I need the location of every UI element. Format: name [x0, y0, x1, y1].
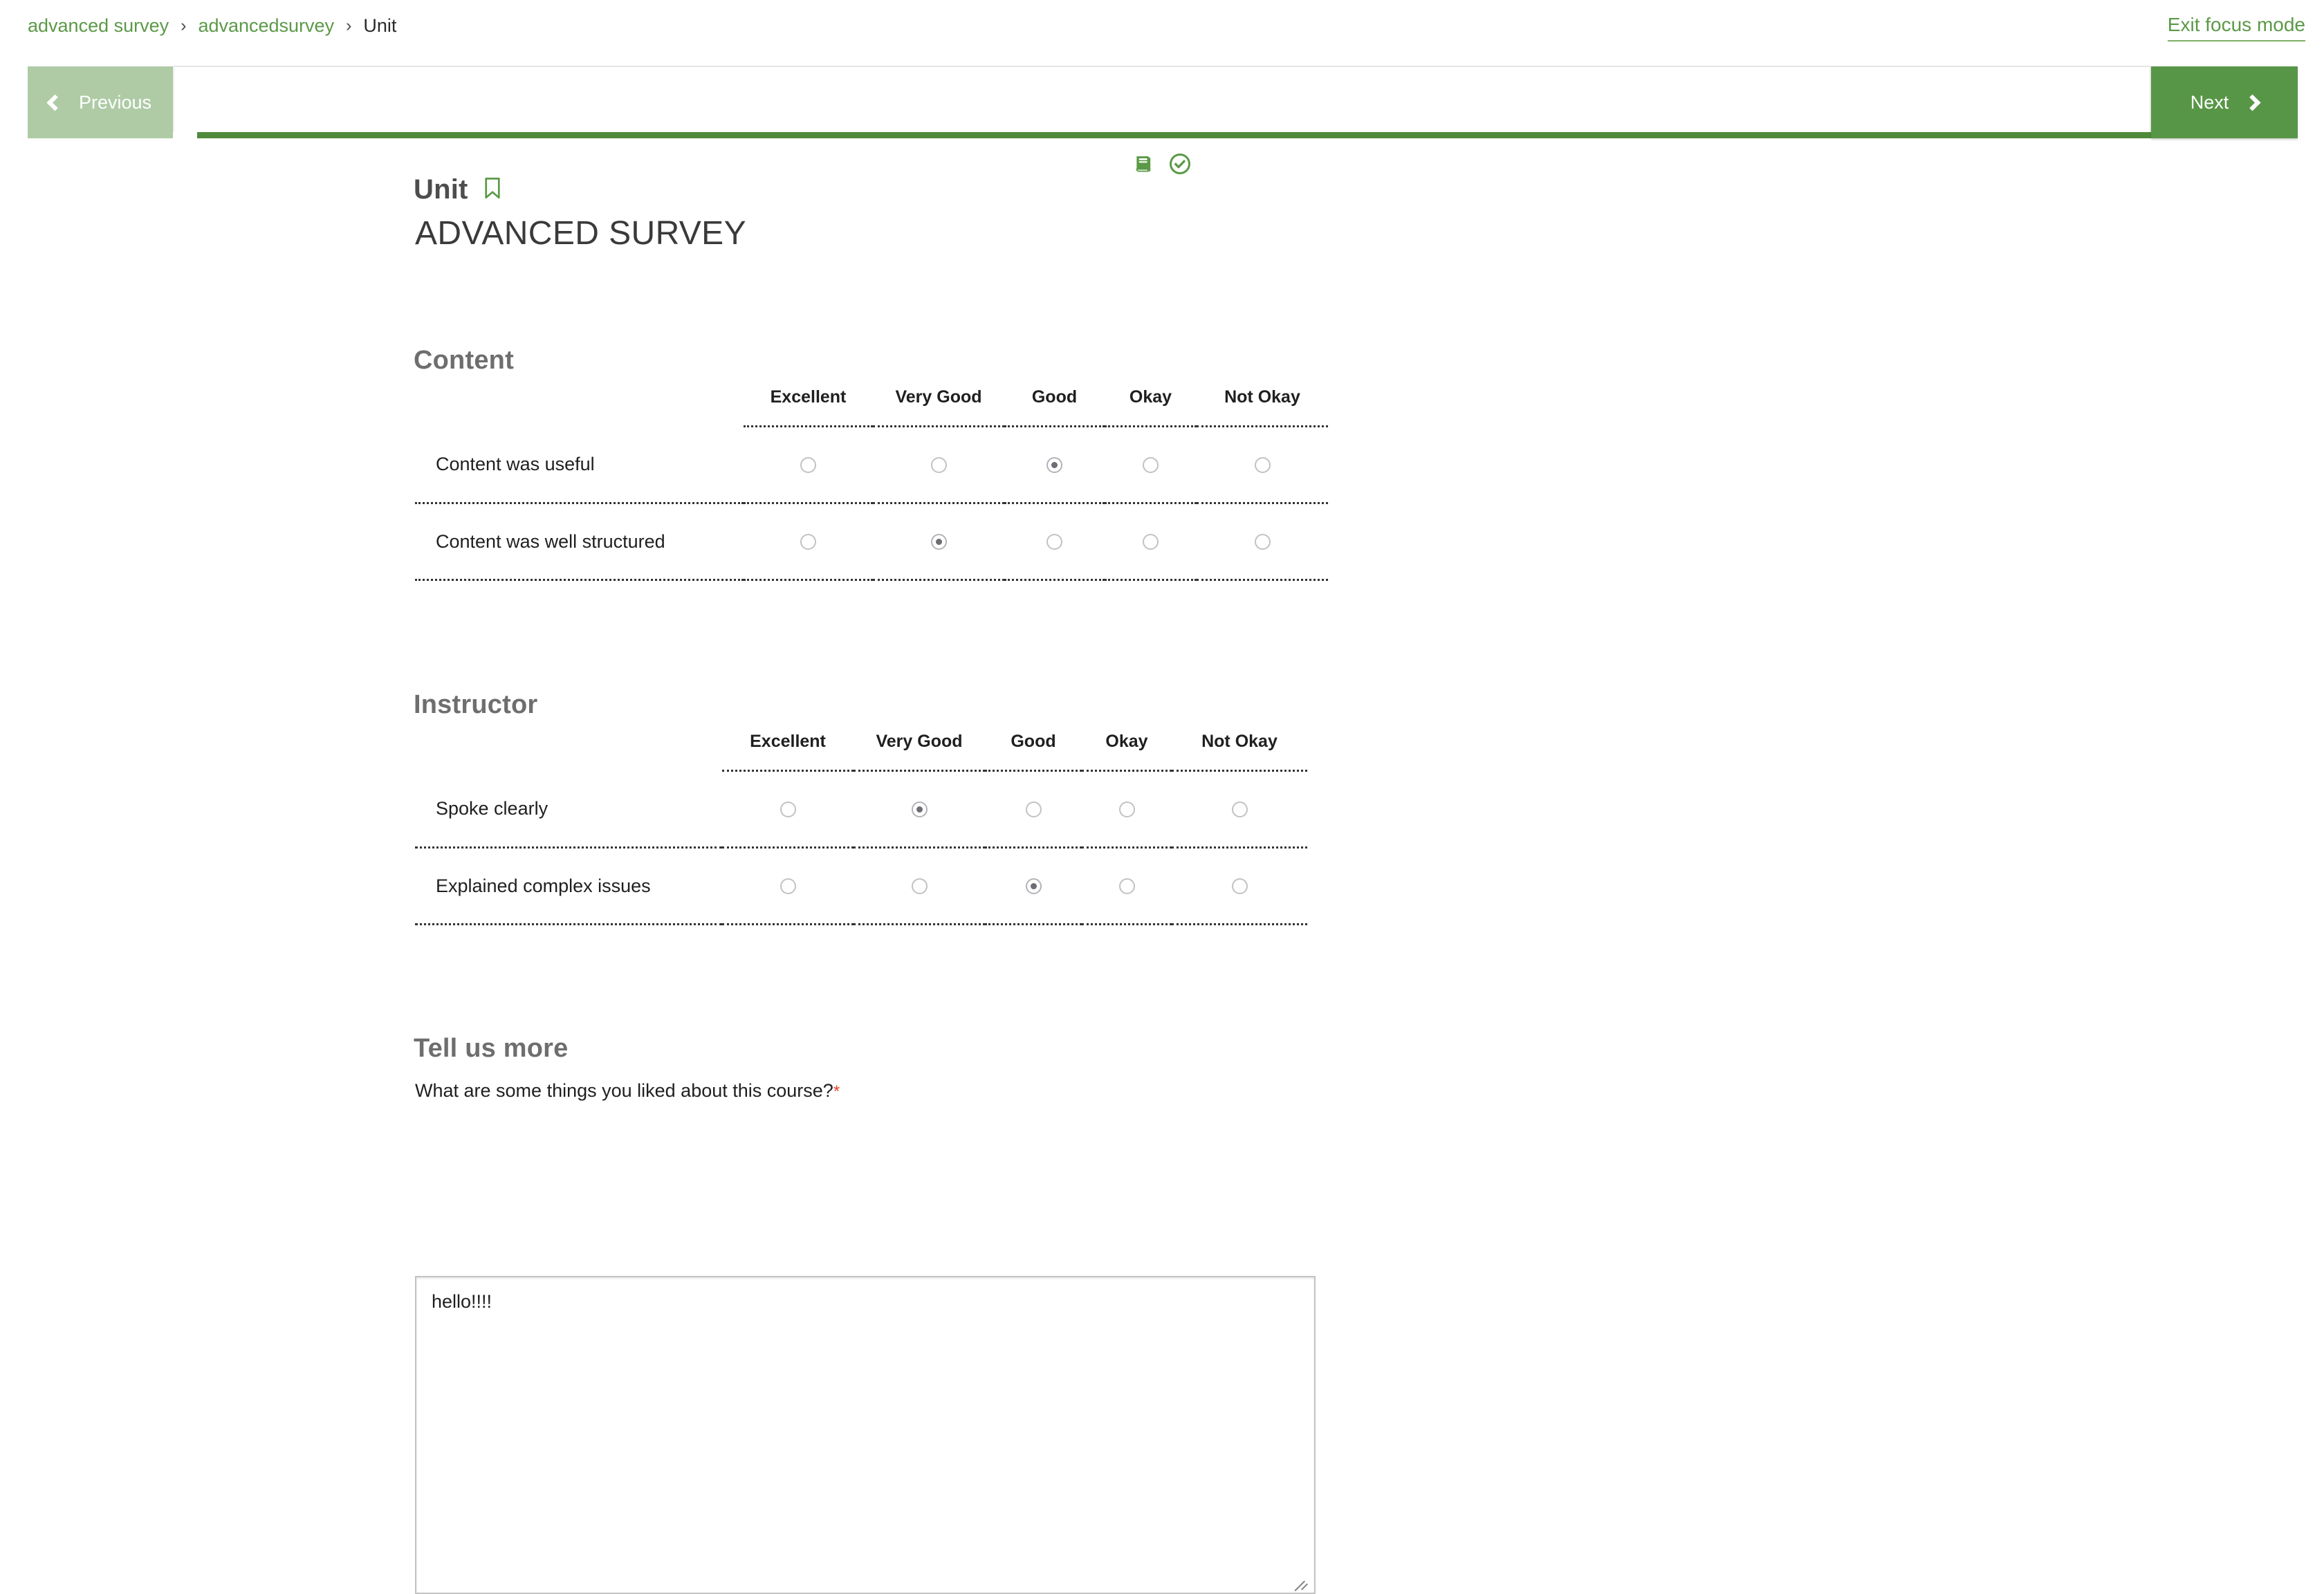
- matrix-column-1: Very Good: [873, 387, 1004, 427]
- radio-content-0-good[interactable]: [1046, 456, 1062, 473]
- section-heading-instructor: Instructor: [414, 690, 538, 719]
- table-row: Content was well structured: [415, 503, 1328, 581]
- radio-instructor-1-excellent[interactable]: [780, 878, 796, 894]
- radio-content-0-excellent[interactable]: [800, 456, 816, 473]
- radio-instructor-1-not-okay[interactable]: [1231, 878, 1248, 894]
- radio-content-1-not-okay[interactable]: [1254, 533, 1271, 550]
- table-row: Spoke clearly: [415, 770, 1307, 849]
- matrix-question-label: Explained complex issues: [415, 847, 722, 925]
- matrix-column-4: Not Okay: [1172, 732, 1307, 772]
- section-heading-tell-us-more: Tell us more: [414, 1034, 569, 1063]
- table-row: Explained complex issues: [415, 847, 1307, 925]
- matrix-column-3: Okay: [1105, 387, 1197, 427]
- unit-sequence-icons: [1132, 151, 1192, 176]
- breadcrumb-separator: ›: [181, 16, 187, 35]
- radio-content-1-excellent[interactable]: [800, 533, 816, 550]
- breadcrumb-item-current: Unit: [363, 15, 397, 36]
- matrix-table-content: Excellent Very Good Good Okay Not Okay C…: [415, 387, 1328, 581]
- radio-content-1-very-good[interactable]: [930, 533, 947, 550]
- radio-content-0-not-okay[interactable]: [1254, 456, 1271, 473]
- radio-instructor-0-good[interactable]: [1025, 801, 1042, 817]
- chevron-left-icon: [46, 93, 64, 111]
- radio-instructor-1-good[interactable]: [1025, 878, 1042, 894]
- matrix-column-4: Not Okay: [1197, 387, 1328, 427]
- matrix-column-1: Very Good: [854, 732, 985, 772]
- matrix-header-row: Excellent Very Good Good Okay Not Okay: [415, 387, 1328, 427]
- radio-instructor-1-very-good[interactable]: [911, 878, 928, 894]
- unit-navigation-bar: Previous Next: [0, 66, 2324, 174]
- next-button-label: Next: [2190, 91, 2229, 113]
- radio-content-0-very-good[interactable]: [930, 456, 947, 473]
- unit-progress-fill: [197, 132, 2151, 138]
- previous-button[interactable]: Previous: [28, 66, 173, 138]
- matrix-header-blank: [415, 387, 744, 427]
- unit-heading-row: Unit: [414, 174, 501, 205]
- table-row: Content was useful: [415, 426, 1328, 504]
- matrix-header-row: Excellent Very Good Good Okay Not Okay: [415, 732, 1307, 772]
- radio-content-1-okay[interactable]: [1143, 533, 1159, 550]
- radio-instructor-0-very-good[interactable]: [911, 801, 928, 817]
- matrix-column-2: Good: [1004, 387, 1105, 427]
- matrix-question-label: Content was useful: [415, 426, 744, 504]
- previous-button-label: Previous: [78, 91, 152, 113]
- matrix-column-0: Excellent: [722, 732, 854, 772]
- bookmark-icon[interactable]: [483, 177, 501, 203]
- matrix-column-2: Good: [985, 732, 1082, 772]
- book-icon[interactable]: [1132, 152, 1156, 176]
- chevron-right-icon: [2244, 93, 2261, 111]
- radio-instructor-0-not-okay[interactable]: [1231, 801, 1248, 817]
- section-heading-content: Content: [414, 346, 514, 375]
- required-marker: *: [833, 1082, 840, 1101]
- next-button[interactable]: Next: [2151, 66, 2298, 138]
- matrix-table-instructor: Excellent Very Good Good Okay Not Okay S…: [415, 732, 1307, 925]
- breadcrumb-bar: advanced survey › advancedsurvey › Unit …: [0, 0, 2324, 61]
- radio-instructor-1-okay[interactable]: [1118, 878, 1135, 894]
- unit-label: Unit: [414, 174, 468, 205]
- unit-title: ADVANCED SURVEY: [415, 215, 747, 252]
- free-text-question-row: What are some things you liked about thi…: [415, 1080, 840, 1102]
- free-text-question-label: What are some things you liked about thi…: [415, 1080, 833, 1101]
- breadcrumb-item-0[interactable]: advanced survey: [28, 15, 169, 37]
- radio-content-0-okay[interactable]: [1143, 456, 1159, 473]
- matrix-column-3: Okay: [1082, 732, 1172, 772]
- breadcrumb: advanced survey › advancedsurvey › Unit: [28, 15, 396, 37]
- breadcrumb-item-1[interactable]: advancedsurvey: [198, 15, 334, 37]
- free-text-answer-input[interactable]: [415, 1276, 1316, 1594]
- matrix-question-label: Spoke clearly: [415, 770, 722, 849]
- matrix-column-0: Excellent: [744, 387, 873, 427]
- exit-focus-mode-button[interactable]: Exit focus mode: [2167, 14, 2305, 41]
- matrix-question-label: Content was well structured: [415, 503, 744, 581]
- radio-instructor-0-excellent[interactable]: [780, 801, 796, 817]
- matrix-header-blank: [415, 732, 722, 771]
- check-circle-icon[interactable]: [1168, 151, 1192, 176]
- radio-content-1-good[interactable]: [1046, 533, 1062, 550]
- radio-instructor-0-okay[interactable]: [1118, 801, 1135, 817]
- unit-progress-track: [173, 66, 2151, 132]
- breadcrumb-separator: ›: [346, 16, 352, 35]
